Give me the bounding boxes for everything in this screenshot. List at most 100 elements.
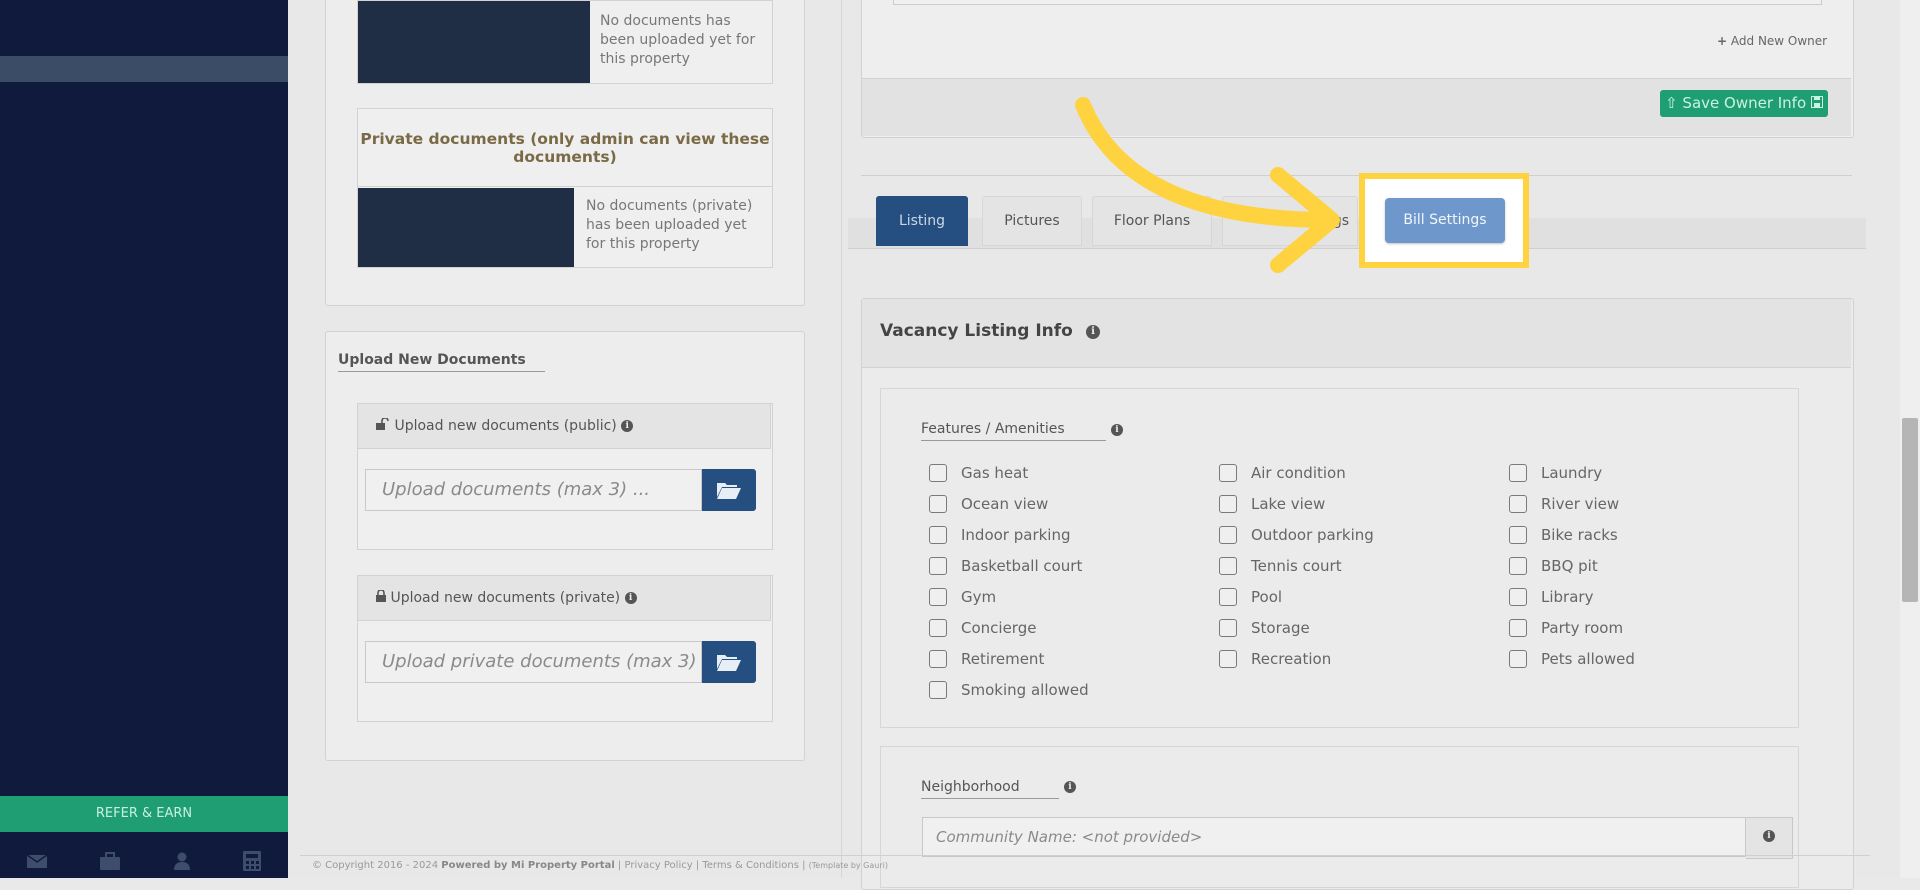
add-new-owner-link[interactable]: + Add New Owner [1717,34,1827,48]
upload-private-label: Upload new documents (private) [390,590,621,606]
info-icon[interactable]: i [1064,781,1076,793]
save-owner-info-label: Save Owner Info [1682,94,1807,112]
checkbox[interactable] [929,495,947,513]
info-icon[interactable]: i [1111,424,1123,436]
checkbox[interactable] [929,650,947,668]
amenity-label: Storage [1251,619,1310,637]
checkbox[interactable] [929,557,947,575]
amenity-checkbox-item[interactable]: Recreation [1219,649,1331,669]
user-icon[interactable] [173,852,190,870]
checkbox[interactable] [929,526,947,544]
sidebar-bottom-bar [0,844,288,878]
amenity-checkbox-item[interactable]: BBQ pit [1509,556,1598,576]
info-icon[interactable]: i [624,592,637,604]
amenity-checkbox-item[interactable]: Air condition [1219,463,1346,483]
envelope-icon[interactable] [26,853,47,869]
amenity-checkbox-item[interactable]: Pool [1219,587,1282,607]
neighborhood-title: Neighborhood [921,779,1059,799]
amenity-checkbox-item[interactable]: River view [1509,494,1619,514]
calculator-icon[interactable] [243,851,262,871]
amenity-label: Party room [1541,619,1624,637]
upload-private-browse-button[interactable] [702,641,756,683]
scrollbar-thumb[interactable] [1902,418,1918,602]
upload-public-header: Upload new documents (public) i [357,403,771,449]
checkbox[interactable] [929,681,947,699]
amenity-label: Gym [961,588,997,606]
terms-link[interactable]: Terms & Conditions [702,860,799,871]
checkbox[interactable] [1509,588,1527,606]
document-thumbnail [358,188,574,267]
arrow-up-icon: ⇧ [1665,94,1678,112]
amenity-checkbox-item[interactable]: Basketball court [929,556,1082,576]
checkbox[interactable] [1219,619,1237,637]
info-icon: i [1763,830,1775,842]
amenity-label: Air condition [1251,464,1346,482]
amenity-checkbox-item[interactable]: Gas heat [929,463,1028,483]
checkbox[interactable] [1219,588,1237,606]
amenity-label: Smoking allowed [961,681,1089,699]
unlock-icon [376,417,390,434]
tab-listing[interactable]: Listing [876,196,968,246]
tab-bill-settings[interactable]: Bill Settings [1385,198,1505,243]
amenity-checkbox-item[interactable]: Party room [1509,618,1623,638]
amenity-checkbox-item[interactable]: Storage [1219,618,1310,638]
checkbox[interactable] [1219,464,1237,482]
checkbox[interactable] [1219,650,1237,668]
amenity-checkbox-item[interactable]: Lake view [1219,494,1325,514]
lock-icon [376,589,386,606]
public-documents-empty-text: No documents has been uploaded yet for t… [600,13,756,67]
amenity-checkbox-item[interactable]: Smoking allowed [929,680,1089,700]
amenity-label: BBQ pit [1541,557,1598,575]
upload-private-input[interactable]: Upload private documents (max 3) ... [365,641,702,683]
amenity-checkbox-item[interactable]: Gym [929,587,996,607]
checkbox[interactable] [1509,650,1527,668]
checkbox[interactable] [929,588,947,606]
amenity-checkbox-item[interactable]: Laundry [1509,463,1602,483]
checkbox[interactable] [1219,526,1237,544]
upload-section-title: Upload New Documents [338,352,545,372]
upload-public-input[interactable]: Upload documents (max 3) ... [365,469,702,511]
footer-template-credit: (Template by Gauri) [808,861,888,870]
footer-copyright: © Copyright 2016 - 2024 [312,860,439,871]
checkbox[interactable] [1509,619,1527,637]
checkbox[interactable] [1509,557,1527,575]
community-name-input[interactable]: Community Name: <not provided> [922,817,1746,857]
checkbox[interactable] [1509,464,1527,482]
features-title: Features / Amenities [921,421,1106,441]
amenity-checkbox-item[interactable]: Library [1509,587,1593,607]
checkbox[interactable] [1509,495,1527,513]
amenity-checkbox-item[interactable]: Tennis court [1219,556,1342,576]
owner-input-field[interactable] [893,0,1822,5]
briefcase-icon[interactable] [100,852,121,870]
amenity-checkbox-item[interactable]: Bike racks [1509,525,1618,545]
checkbox[interactable] [929,619,947,637]
info-icon[interactable]: i [621,420,634,432]
add-new-owner-label: Add New Owner [1730,34,1828,48]
footer-powered-by[interactable]: Powered by Mi Property Portal [441,860,614,871]
checkbox[interactable] [1509,526,1527,544]
arrow-annotation-icon [1075,97,1340,273]
sidebar-active-item[interactable] [0,56,288,82]
amenity-label: Pets allowed [1541,650,1635,668]
privacy-policy-link[interactable]: Privacy Policy [624,860,692,871]
upload-public-label: Upload new documents (public) [394,418,617,434]
info-icon[interactable]: i [1086,325,1100,339]
amenity-checkbox-item[interactable]: Pets allowed [1509,649,1635,669]
save-owner-info-button[interactable]: ⇧ Save Owner Info [1660,90,1828,117]
amenity-label: Pool [1251,588,1283,606]
amenity-label: Gas heat [961,464,1029,482]
amenity-checkbox-item[interactable]: Retirement [929,649,1044,669]
checkbox[interactable] [1219,495,1237,513]
amenity-label: Ocean view [961,495,1049,513]
amenity-checkbox-item[interactable]: Ocean view [929,494,1048,514]
checkbox[interactable] [1219,557,1237,575]
community-info-button[interactable]: i [1746,817,1793,859]
amenity-checkbox-item[interactable]: Indoor parking [929,525,1071,545]
amenity-checkbox-item[interactable]: Concierge [929,618,1036,638]
amenity-label: Outdoor parking [1251,526,1374,544]
amenity-checkbox-item[interactable]: Outdoor parking [1219,525,1374,545]
plus-icon: + [1717,34,1728,48]
checkbox[interactable] [929,464,947,482]
refer-earn-button[interactable]: REFER & EARN [0,796,288,832]
upload-public-browse-button[interactable] [702,469,756,511]
